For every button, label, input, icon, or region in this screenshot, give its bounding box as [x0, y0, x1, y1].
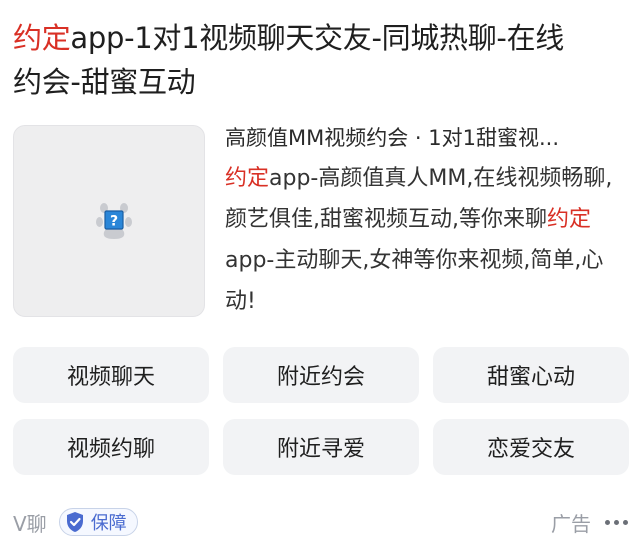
ad-result-card[interactable]: 约定app-1对1视频聊天交友-同城热聊-在线 约会-甜蜜互动 ? 高颜值MM视频… [0, 0, 640, 552]
svg-text:?: ? [110, 214, 118, 230]
tag-grid: 视频聊天 附近约会 甜蜜心动 视频约聊 附近寻爱 恋爱交友 [13, 347, 629, 475]
title-line2: 约会-甜蜜互动 [13, 65, 196, 99]
result-description: 高颜值MM视频约会 · 1对1甜蜜视... 约定app-高颜值真人MM,在线视频… [225, 121, 627, 322]
title-highlight: 约定 [13, 21, 71, 55]
tag-button[interactable]: 附近寻爱 [223, 419, 419, 475]
more-dots-icon[interactable] [605, 519, 628, 525]
snippet-text: app-主动聊天,女神等你来视频,简单,心动! [225, 248, 604, 314]
ad-label: 广告 [551, 511, 591, 536]
tag-button[interactable]: 恋爱交友 [433, 419, 629, 475]
result-snippet: 约定app-高颜值真人MM,在线视频畅聊,颜艺俱佳,甜蜜视频互动,等你来聊约定a… [225, 158, 627, 322]
source-name[interactable]: V聊 [13, 508, 47, 537]
snippet-highlight: 约定 [225, 166, 270, 191]
title-line1-rest: app-1对1视频聊天交友-同城热聊-在线 [70, 21, 564, 55]
broken-image-paw-icon: ? [96, 203, 132, 239]
tag-button[interactable]: 甜蜜心动 [433, 347, 629, 403]
shield-check-icon [66, 512, 83, 532]
result-subtitle[interactable]: 高颜值MM视频约会 · 1对1甜蜜视... [225, 121, 627, 155]
dot [614, 519, 619, 525]
dot [623, 519, 628, 525]
tag-button[interactable]: 视频约聊 [13, 419, 209, 475]
dot [605, 519, 610, 525]
guarantee-badge[interactable]: 保障 [58, 508, 138, 536]
result-footer: V聊 保障 广告 [13, 505, 628, 539]
tag-button[interactable]: 视频聊天 [13, 347, 209, 403]
snippet-highlight: 约定 [547, 207, 592, 232]
badge-label: 保障 [90, 513, 127, 534]
thumbnail-image[interactable]: ? [13, 125, 205, 317]
tag-button[interactable]: 附近约会 [223, 347, 419, 403]
result-title[interactable]: 约定app-1对1视频聊天交友-同城热聊-在线约会-甜蜜互动 [13, 16, 628, 104]
